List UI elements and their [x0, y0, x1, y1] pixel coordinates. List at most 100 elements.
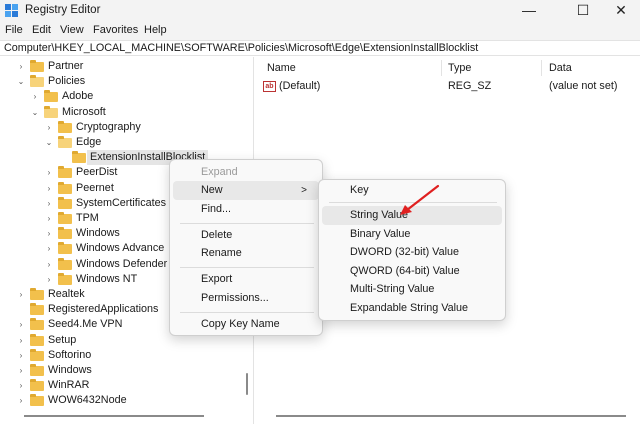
folder-icon: [30, 318, 44, 331]
tree-node[interactable]: › Partner: [0, 59, 244, 74]
submenu-binary-value[interactable]: Binary Value: [322, 225, 502, 244]
tree-node-label: Edge: [76, 136, 102, 148]
chevron-right-icon[interactable]: ›: [16, 378, 26, 393]
menu-delete[interactable]: Delete: [173, 226, 319, 245]
chevron-right-icon[interactable]: ›: [44, 120, 54, 135]
menu-file[interactable]: File: [5, 24, 23, 36]
value-row[interactable]: (Default) REG_SZ (value not set): [258, 79, 638, 95]
tree-node[interactable]: ⌄ Microsoft: [0, 105, 244, 120]
column-divider[interactable]: [441, 60, 442, 76]
column-header-type[interactable]: Type: [448, 62, 471, 74]
tree-node[interactable]: ⌄ Edge: [0, 135, 244, 150]
column-header-name[interactable]: Name: [267, 62, 296, 74]
chevron-right-icon[interactable]: [58, 150, 68, 165]
chevron-right-icon[interactable]: ›: [16, 348, 26, 363]
column-header-data[interactable]: Data: [549, 62, 572, 74]
chevron-right-icon[interactable]: ›: [44, 211, 54, 226]
value-type: REG_SZ: [448, 80, 492, 92]
chevron-right-icon[interactable]: ›: [44, 196, 54, 211]
tree-node-label: Windows: [76, 227, 120, 240]
tree-node[interactable]: › Adobe: [0, 89, 244, 104]
tree-node[interactable]: › Softorino: [0, 348, 244, 363]
tree-scroll-thumb[interactable]: [246, 373, 248, 395]
annotation-arrow-icon: [400, 184, 440, 215]
tree-node[interactable]: › Cryptography: [0, 120, 244, 135]
tree-node-label: Partner: [48, 60, 84, 72]
folder-icon: [44, 105, 58, 118]
folder-icon: [44, 90, 58, 103]
tree-node-label: TPM: [76, 212, 99, 224]
menu-view[interactable]: View: [60, 24, 84, 36]
chevron-right-icon[interactable]: ›: [16, 333, 26, 348]
tree-node[interactable]: ⌄ Policies: [0, 74, 244, 89]
tree-node-label: Policies: [48, 75, 86, 88]
submenu-dword-value[interactable]: DWORD (32-bit) Value: [322, 243, 502, 262]
tree-node-label: RegisteredApplications: [48, 303, 159, 316]
string-value-icon: ab: [263, 81, 276, 92]
menu-new-label: New: [201, 184, 223, 196]
submenu-qword-value[interactable]: QWORD (64-bit) Value: [322, 262, 502, 281]
address-path[interactable]: Computer\HKEY_LOCAL_MACHINE\SOFTWARE\Pol…: [4, 42, 478, 54]
menu-favorites[interactable]: Favorites: [93, 24, 138, 36]
menu-export[interactable]: Export: [173, 270, 319, 289]
tree-node-label: Cryptography: [76, 120, 141, 133]
menu-copy-key-name[interactable]: Copy Key Name: [173, 315, 319, 334]
title-bar: Registry Editor — ☐ ✕: [0, 0, 640, 22]
minimize-button[interactable]: —: [506, 0, 552, 22]
tree-node[interactable]: › WOW6432Node: [0, 393, 244, 408]
tree-node[interactable]: › Windows: [0, 363, 244, 378]
folder-icon: [30, 75, 44, 88]
chevron-down-icon[interactable]: ⌄: [30, 105, 40, 120]
folder-icon: [30, 288, 44, 300]
chevron-right-icon[interactable]: ›: [16, 363, 26, 378]
close-button[interactable]: ✕: [598, 0, 640, 22]
menu-edit[interactable]: Edit: [32, 24, 51, 36]
chevron-right-icon[interactable]: ›: [16, 393, 26, 408]
menu-expand: Expand: [201, 166, 238, 178]
folder-icon: [58, 227, 72, 240]
chevron-right-icon[interactable]: ›: [44, 272, 54, 287]
folder-icon: [30, 303, 44, 316]
folder-icon: [58, 136, 72, 148]
menu-help[interactable]: Help: [144, 24, 167, 36]
folder-icon: [58, 120, 72, 133]
folder-icon: [30, 379, 44, 392]
menu-new[interactable]: New >: [173, 181, 319, 200]
chevron-right-icon[interactable]: ›: [44, 181, 54, 196]
menu-rename[interactable]: Rename: [173, 244, 319, 263]
chevron-right-icon[interactable]: ›: [44, 257, 54, 272]
column-divider[interactable]: [541, 60, 542, 76]
menu-bar: File Edit View Favorites Help: [0, 22, 640, 40]
tree-node-label: SystemCertificates: [76, 196, 166, 209]
menu-separator: [180, 312, 314, 313]
tree-horizontal-scrollbar[interactable]: [24, 415, 204, 417]
tree-node-label: Windows Defender: [76, 257, 168, 270]
tree-node-label: Windows Advance: [76, 242, 165, 255]
chevron-right-icon[interactable]: ›: [16, 287, 26, 302]
tree-node-label: WinRAR: [48, 379, 90, 392]
chevron-right-icon[interactable]: [16, 302, 26, 317]
chevron-right-icon[interactable]: ›: [16, 59, 26, 74]
values-horizontal-scrollbar[interactable]: [276, 415, 626, 417]
menu-permissions[interactable]: Permissions...: [173, 289, 319, 308]
tree-node-label: PeerDist: [76, 166, 118, 179]
chevron-down-icon[interactable]: ⌄: [16, 74, 26, 89]
chevron-right-icon[interactable]: ›: [30, 89, 40, 104]
submenu-expandable-string-value[interactable]: Expandable String Value: [322, 299, 502, 318]
menu-find[interactable]: Find...: [173, 200, 319, 219]
chevron-right-icon[interactable]: ›: [44, 241, 54, 256]
address-bar[interactable]: Computer\HKEY_LOCAL_MACHINE\SOFTWARE\Pol…: [0, 40, 640, 56]
chevron-right-icon[interactable]: ›: [44, 165, 54, 180]
chevron-right-icon[interactable]: ›: [44, 226, 54, 241]
folder-icon: [58, 196, 72, 209]
folder-icon: [30, 348, 44, 361]
tree-node-label: Setup: [48, 333, 77, 346]
chevron-down-icon[interactable]: ⌄: [44, 135, 54, 150]
tree-node[interactable]: › WinRAR: [0, 378, 244, 393]
chevron-right-icon[interactable]: ›: [16, 317, 26, 332]
tree-node-label: Windows: [48, 364, 92, 376]
tree-node-label: Softorino: [48, 348, 92, 361]
submenu-multi-string-value[interactable]: Multi-String Value: [322, 280, 502, 299]
folder-icon: [58, 242, 72, 255]
context-menu: Expand New > Find... Delete Rename Expor…: [169, 159, 323, 336]
